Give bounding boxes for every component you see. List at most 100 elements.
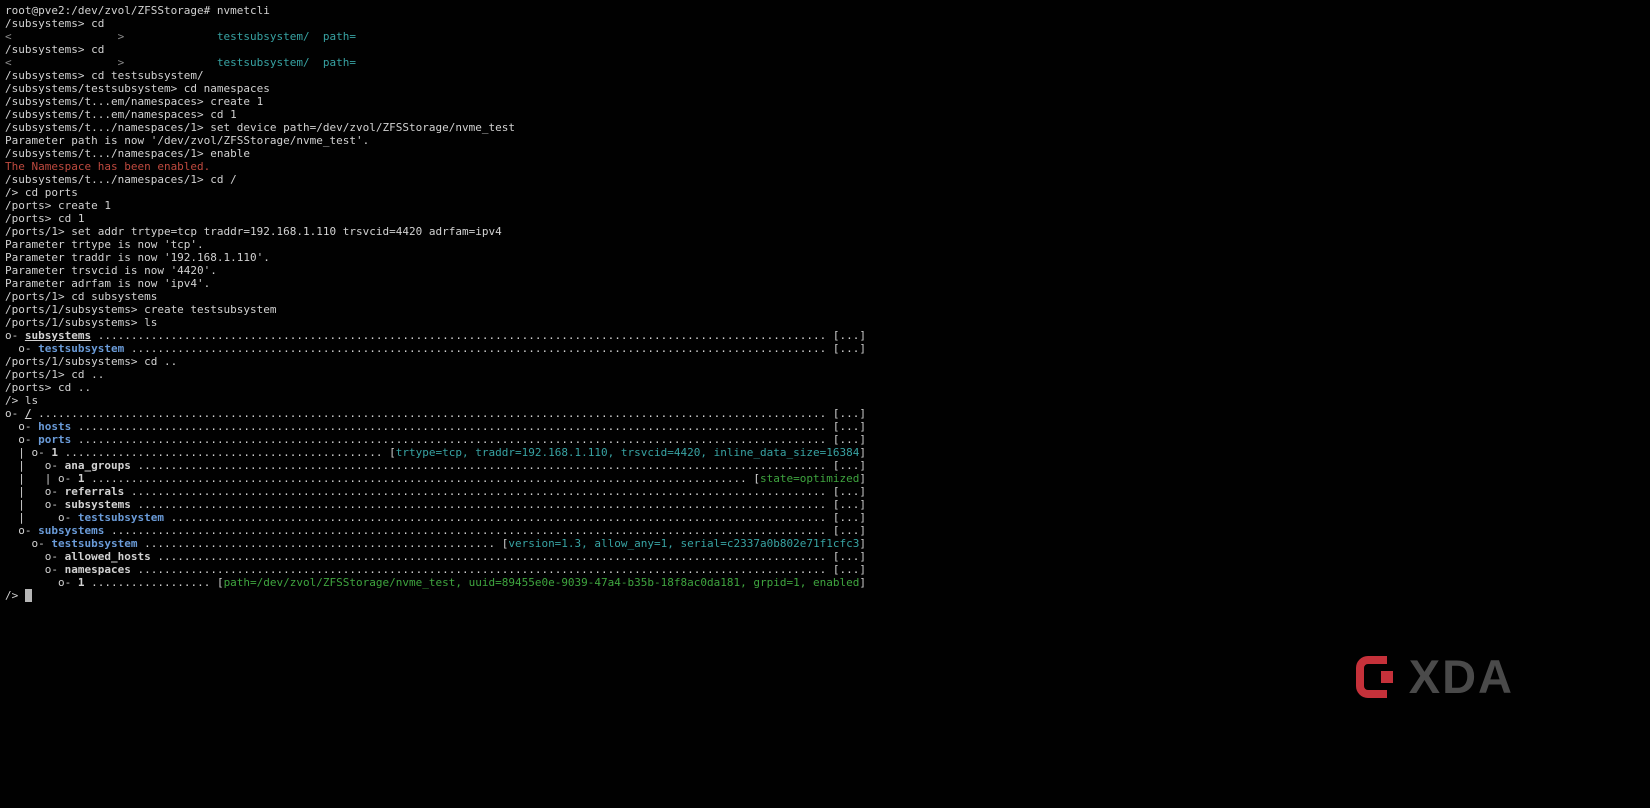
terminal-line: /subsystems/t...em/namespaces> create 1 xyxy=(5,95,1650,108)
terminal-line: /ports> cd .. xyxy=(5,381,1650,394)
terminal-text: /ports/1/subsystems> ls xyxy=(5,316,158,329)
terminal-line: Parameter trtype is now 'tcp'. xyxy=(5,238,1650,251)
terminal-line: /> cd ports xyxy=(5,186,1650,199)
terminal-line: o- testsubsystem .......................… xyxy=(5,537,1650,550)
terminal-text: /ports> cd .. xyxy=(5,381,92,394)
terminal-text: Parameter path is now '/dev/zvol/ZFSStor… xyxy=(5,134,370,147)
terminal-text: /ports/1/subsystems> create testsubsyste… xyxy=(5,303,277,316)
terminal-line: The Namespace has been enabled. xyxy=(5,160,1650,173)
terminal-text: /subsystems/testsubsystem> cd namespaces xyxy=(5,82,270,95)
terminal-text: testsubsystem/ xyxy=(216,30,310,43)
terminal-line: /subsystems/t.../namespaces/1> enable xyxy=(5,147,1650,160)
terminal-text: Parameter trsvcid is now '4420'. xyxy=(5,264,217,277)
terminal-text: /> xyxy=(5,589,25,602)
terminal-text: /subsystems> cd xyxy=(5,43,105,56)
terminal-text: /subsystems/t.../namespaces/1> enable xyxy=(5,147,251,160)
terminal-line: /ports/1> cd .. xyxy=(5,368,1650,381)
terminal-text: /ports> cd 1 xyxy=(5,212,85,225)
terminal-text: Parameter traddr is now '192.168.1.110'. xyxy=(5,251,270,264)
terminal-text: o- xyxy=(5,433,39,446)
terminal-text: /subsystems/t.../namespaces/1> set devic… xyxy=(5,121,515,134)
terminal-text: < > xyxy=(5,56,125,69)
terminal-text: [...] xyxy=(832,524,866,537)
terminal-text: o- xyxy=(5,550,65,563)
dot-leader: ........................................… xyxy=(71,433,833,446)
terminal-text: [...] xyxy=(832,342,866,355)
terminal-text: allowed_hosts xyxy=(64,550,151,563)
terminal-text: [...] xyxy=(832,498,866,511)
terminal-text: ] xyxy=(859,472,866,485)
dot-leader: ........................................… xyxy=(31,407,833,420)
terminal-text: | o- xyxy=(5,446,52,459)
terminal-text: state=optimized xyxy=(760,472,860,485)
terminal-line: | | o- 1 ...............................… xyxy=(5,472,1650,485)
terminal-text: version=1.3, allow_any=1, serial=c2337a0… xyxy=(508,537,860,550)
terminal-text: [ xyxy=(389,446,396,459)
terminal-line: | o- testsubsystem .....................… xyxy=(5,511,1650,524)
terminal-text: o- xyxy=(5,524,39,537)
terminal-text: | o- xyxy=(5,485,65,498)
terminal-text: /ports/1/subsystems> cd .. xyxy=(5,355,178,368)
terminal-text: /ports/1> cd subsystems xyxy=(5,290,158,303)
terminal-line: /> ls xyxy=(5,394,1650,407)
terminal-text: [...] xyxy=(832,433,866,446)
terminal-line: /ports/1> set addr trtype=tcp traddr=192… xyxy=(5,225,1650,238)
terminal-cursor xyxy=(24,589,32,602)
terminal-text: /ports> create 1 xyxy=(5,199,111,212)
terminal-text: hosts xyxy=(38,420,72,433)
terminal-text: root@pve2:/dev/zvol/ZFSStorage# nvmetcli xyxy=(5,4,270,17)
terminal-text: /subsystems/t...em/namespaces> cd 1 xyxy=(5,108,237,121)
terminal-line: /ports/1/subsystems> create testsubsyste… xyxy=(5,303,1650,316)
terminal-text: ] xyxy=(859,576,866,589)
terminal-text: /subsystems> cd xyxy=(5,17,105,30)
terminal-text: ] xyxy=(859,446,866,459)
terminal-text: testsubsystem/ xyxy=(216,56,310,69)
terminal-line: /> xyxy=(5,589,1650,602)
xda-logo-icon xyxy=(1355,655,1393,698)
terminal-text: o- xyxy=(5,420,39,433)
terminal-text: < > xyxy=(5,30,125,43)
terminal-line: o- hosts ...............................… xyxy=(5,420,1650,433)
terminal-text: [ xyxy=(216,576,224,589)
terminal-text: o- xyxy=(5,342,39,355)
terminal-text: /subsystems> cd testsubsystem/ xyxy=(5,69,204,82)
terminal-line: o- subsystems ..........................… xyxy=(5,329,1650,342)
dot-leader: ........................................… xyxy=(130,459,833,472)
terminal-text: subsystems xyxy=(24,329,92,342)
terminal-line: root@pve2:/dev/zvol/ZFSStorage# nvmetcli xyxy=(5,4,1650,17)
terminal-line: | o- referrals .........................… xyxy=(5,485,1650,498)
terminal-line: | o- subsystems ........................… xyxy=(5,498,1650,511)
terminal-text: /ports/1> set addr trtype=tcp traddr=192… xyxy=(5,225,502,238)
terminal-line: | o- 1 .................................… xyxy=(5,446,1650,459)
terminal-line: Parameter adrfam is now 'ipv4'. xyxy=(5,277,1650,290)
xda-logo-text: XDA xyxy=(1408,650,1514,703)
dot-leader: ........................................… xyxy=(137,537,502,550)
terminal-text: testsubsystem xyxy=(51,537,138,550)
terminal-text: | o- xyxy=(5,511,78,524)
terminal-line: Parameter traddr is now '192.168.1.110'. xyxy=(5,251,1650,264)
terminal-text: o- xyxy=(5,329,25,342)
dot-leader: ........................................… xyxy=(124,342,833,355)
terminal-text: ports xyxy=(38,433,72,446)
terminal-text: subsystems xyxy=(64,498,131,511)
terminal-line: /subsystems/testsubsystem> cd namespaces xyxy=(5,82,1650,95)
dot-leader: ........................................… xyxy=(124,485,833,498)
terminal-line: /ports/1> cd subsystems xyxy=(5,290,1650,303)
terminal-line: /subsystems/t.../namespaces/1> cd / xyxy=(5,173,1650,186)
terminal-text: [...] xyxy=(832,459,866,472)
dot-leader: ........................................… xyxy=(104,524,833,537)
terminal-text: path= xyxy=(322,30,357,43)
terminal-line: /subsystems/t...em/namespaces> cd 1 xyxy=(5,108,1650,121)
terminal-text: ana_groups xyxy=(64,459,131,472)
terminal-line: /ports> cd 1 xyxy=(5,212,1650,225)
terminal-text: namespaces xyxy=(64,563,131,576)
terminal-line: /ports> create 1 xyxy=(5,199,1650,212)
terminal-text: /> cd ports xyxy=(5,186,78,199)
terminal-text: testsubsystem xyxy=(77,511,164,524)
terminal-text: path=/dev/zvol/ZFSStorage/nvme_test, uui… xyxy=(223,576,860,589)
terminal-text: | o- xyxy=(5,459,65,472)
terminal-text: ] xyxy=(859,537,866,550)
